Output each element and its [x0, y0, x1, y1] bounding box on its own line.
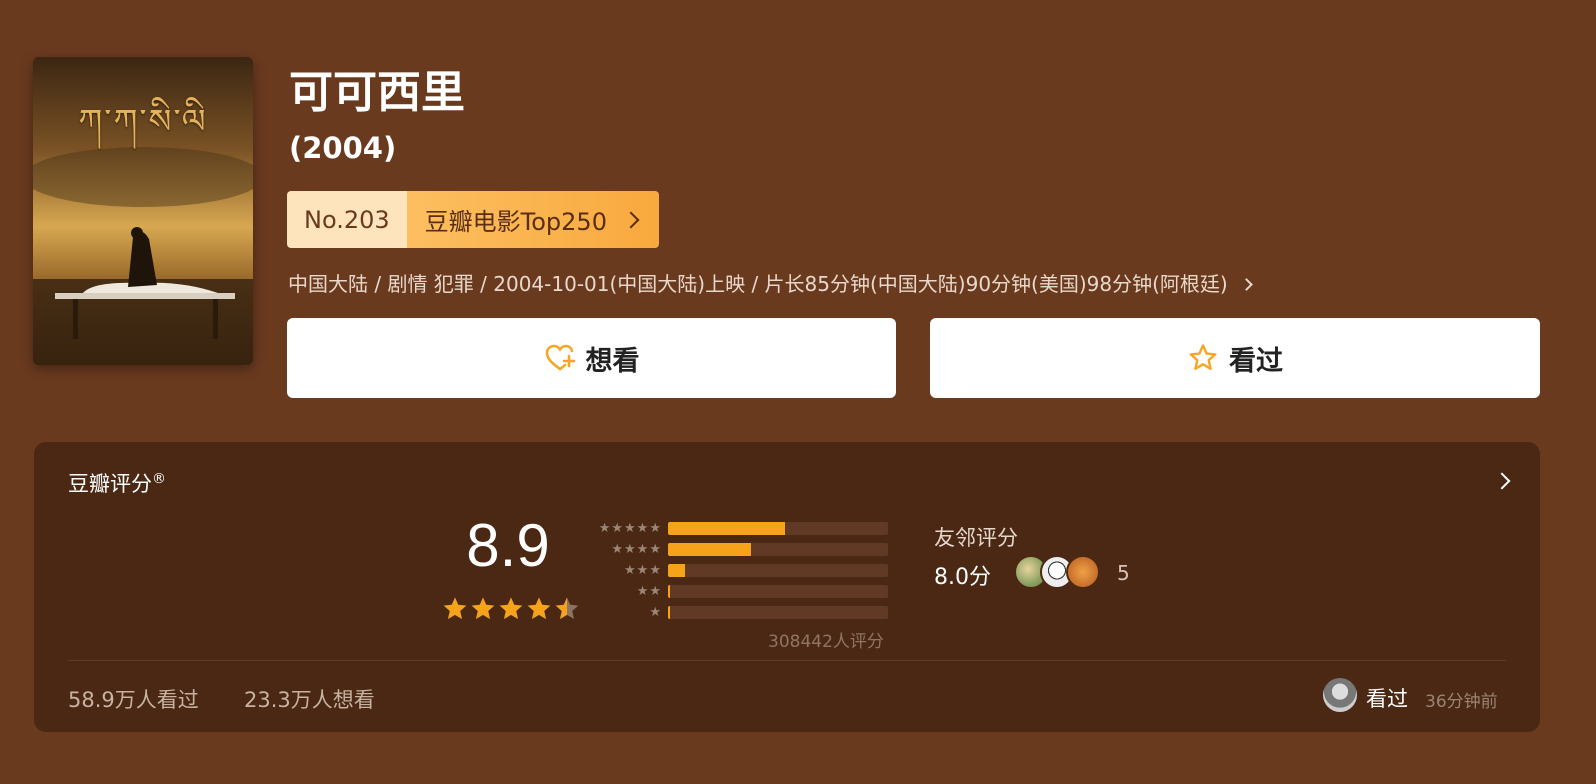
my-status-label[interactable]: 看过 — [1366, 683, 1408, 713]
rank-list-label: 豆瓣电影Top250 — [424, 208, 607, 236]
rating-count: 308442人评分 — [768, 632, 884, 652]
star-icon — [499, 597, 523, 619]
distribution-stars: ★★★★ — [611, 542, 662, 557]
distribution-bar — [668, 606, 888, 619]
distribution-bar-fill — [668, 564, 685, 577]
seen-button[interactable]: 看过 — [930, 318, 1540, 398]
page-title: 可可西里 — [289, 67, 465, 118]
distribution-row: ★★ — [588, 581, 888, 602]
wish-button[interactable]: 想看 — [287, 318, 896, 398]
star-outline-icon — [1189, 344, 1217, 370]
distribution-bar-fill — [668, 543, 751, 556]
distribution-row: ★★★★★ — [588, 518, 888, 539]
rank-number: No.203 — [287, 191, 407, 248]
rating-title-text: 豆瓣评分 — [68, 472, 152, 496]
friend-rating-score: 8.0分 — [934, 565, 991, 590]
distribution-row: ★★★ — [588, 560, 888, 581]
seen-count[interactable]: 58.9万人看过 — [68, 684, 199, 714]
poster-title: ཀ་ཀ་སི་ལི — [78, 102, 208, 142]
star-icon — [555, 597, 579, 619]
rating-detail-link[interactable] — [1493, 472, 1511, 491]
chevron-right-icon — [1239, 277, 1253, 291]
movie-meta-info[interactable]: 中国大陆 / 剧情 犯罪 / 2004-10-01(中国大陆)上映 / 片长85… — [288, 270, 1578, 298]
avatar[interactable] — [1066, 555, 1100, 589]
rating-panel-title: 豆瓣评分® — [68, 468, 166, 498]
distribution-stars: ★★★ — [624, 563, 662, 578]
friend-avatars[interactable] — [1014, 555, 1100, 589]
star-icon — [443, 597, 467, 619]
star-rating — [442, 596, 580, 622]
chevron-right-icon — [622, 211, 640, 228]
rating-distribution: ★★★★★ ★★★★ ★★★ ★★ ★ — [588, 518, 888, 623]
wish-count[interactable]: 23.3万人想看 — [244, 684, 375, 714]
avatar[interactable] — [1323, 678, 1357, 712]
distribution-stars: ★★ — [636, 584, 662, 599]
star-icon — [527, 597, 551, 619]
top250-rank-badge[interactable]: No.203 豆瓣电影Top250 — [287, 191, 659, 248]
star-icon — [471, 597, 495, 619]
distribution-bar — [668, 522, 888, 535]
distribution-bar-fill — [668, 522, 785, 535]
registered-mark: ® — [152, 471, 166, 487]
rank-list-link[interactable]: 豆瓣电影Top250 — [406, 191, 659, 248]
distribution-stars: ★ — [649, 605, 662, 620]
friend-rating-label: 友邻评分 — [934, 526, 1018, 550]
release-year: (2004) — [289, 131, 397, 165]
distribution-stars: ★★★★★ — [598, 521, 662, 536]
distribution-bar-fill — [668, 606, 670, 619]
divider — [68, 660, 1506, 661]
distribution-row: ★ — [588, 602, 888, 623]
distribution-bar — [668, 564, 888, 577]
distribution-bar — [668, 543, 888, 556]
meta-text: 中国大陆 / 剧情 犯罪 / 2004-10-01(中国大陆)上映 / 片长85… — [288, 272, 1228, 296]
distribution-bar — [668, 585, 888, 598]
wish-label: 想看 — [585, 345, 640, 377]
friend-count: 5 — [1117, 561, 1130, 585]
distribution-bar-fill — [668, 585, 671, 598]
distribution-row: ★★★★ — [588, 539, 888, 560]
chevron-right-icon — [1493, 472, 1511, 490]
rating-panel: 豆瓣评分® 8.9 ★★★★★ ★★★★ ★★★ ★★ ★ 308442人评分 友邻评分… — [34, 442, 1540, 732]
average-score: 8.9 — [466, 512, 550, 579]
movie-poster[interactable]: ཀ་ཀ་སི་ལི — [33, 57, 253, 365]
heart-plus-icon — [545, 344, 575, 371]
seen-label: 看过 — [1229, 345, 1283, 377]
my-status-time: 36分钟前 — [1425, 692, 1498, 712]
